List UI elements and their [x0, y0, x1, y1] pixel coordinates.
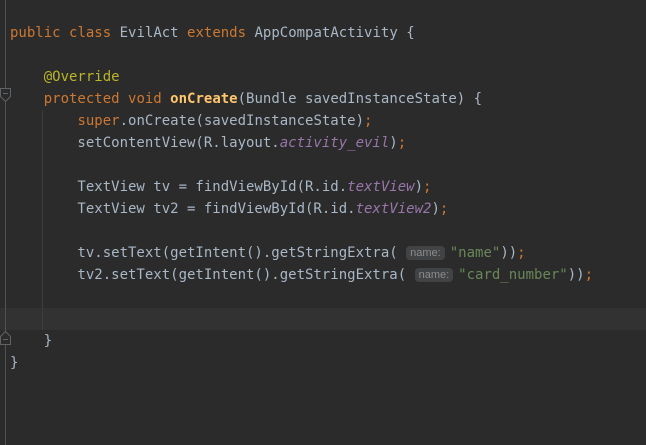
code-line[interactable]: public class EvilAct extends AppCompatAc… [0, 22, 646, 44]
code-token-kw: class [69, 25, 111, 41]
code-token-field: activity_evil [280, 135, 390, 151]
code-token-txt: (Bundle savedInstanceState) { [238, 91, 482, 107]
code-line[interactable] [0, 44, 646, 66]
code-token-txt [10, 69, 44, 85]
code-editor: public class EvilAct extends AppCompatAc… [0, 0, 646, 445]
code-line[interactable]: } [0, 330, 646, 352]
code-token-kw: public [10, 25, 61, 41]
fold-indicator-line [5, 0, 6, 445]
code-token-semi: ; [440, 201, 448, 217]
code-area: public class EvilAct extends AppCompatAc… [0, 22, 646, 374]
indent-guide [42, 110, 43, 330]
code-line[interactable]: @Override [0, 66, 646, 88]
code-line[interactable]: tv2.setText(getIntent().getStringExtra( … [0, 264, 646, 286]
code-token-txt: EvilAct [111, 25, 187, 41]
code-token-semi: ; [398, 135, 406, 151]
code-token-semi: ; [517, 245, 525, 261]
code-line[interactable] [0, 154, 646, 176]
code-token-mdecl: onCreate [170, 91, 237, 107]
code-token-txt: } [10, 333, 52, 349]
fold-collapse-start-icon[interactable] [0, 88, 12, 103]
code-token-txt: TextView tv = findViewById(R.id. [10, 179, 347, 195]
code-token-txt: } [10, 355, 18, 371]
code-token-kw: void [128, 91, 162, 107]
code-line[interactable] [0, 286, 646, 308]
code-token-txt [162, 91, 170, 107]
code-token-txt: tv.setText(getIntent().getStringExtra( [10, 245, 406, 261]
code-line-current[interactable] [0, 308, 646, 330]
code-token-semi: ; [364, 113, 372, 129]
parameter-name-hint: name: [415, 268, 454, 282]
code-token-str: "card_number" [458, 267, 568, 283]
code-token-txt [61, 25, 69, 41]
code-line[interactable]: setContentView(R.layout.activity_evil); [0, 132, 646, 154]
code-token-kw: super [77, 113, 119, 129]
code-token-field: textView [347, 179, 414, 195]
code-token-txt: setContentView(R.layout. [10, 135, 280, 151]
code-token-field: textView2 [356, 201, 432, 217]
code-token-str: "name" [450, 245, 501, 261]
code-token-txt [120, 91, 128, 107]
code-token-kw: extends [187, 25, 246, 41]
fold-collapse-end-icon[interactable] [0, 330, 12, 345]
code-token-semi: ; [423, 179, 431, 195]
code-token-ann: @Override [44, 69, 120, 85]
code-line[interactable]: TextView tv2 = findViewById(R.id.textVie… [0, 198, 646, 220]
code-token-txt: )) [568, 267, 585, 283]
code-line[interactable]: super.onCreate(savedInstanceState); [0, 110, 646, 132]
code-token-txt [10, 113, 77, 129]
code-token-txt: AppCompatActivity { [246, 25, 415, 41]
code-token-txt: TextView tv2 = findViewById(R.id. [10, 201, 356, 217]
code-token-txt [10, 91, 44, 107]
code-line[interactable] [0, 220, 646, 242]
code-token-txt: )) [500, 245, 517, 261]
code-token-semi: ; [585, 267, 593, 283]
code-line[interactable]: } [0, 352, 646, 374]
code-token-txt: .onCreate(savedInstanceState) [120, 113, 364, 129]
code-line[interactable]: protected void onCreate(Bundle savedInst… [0, 88, 646, 110]
code-line[interactable]: tv.setText(getIntent().getStringExtra( n… [0, 242, 646, 264]
parameter-name-hint: name: [406, 246, 445, 260]
code-token-kw: protected [44, 91, 120, 107]
code-token-txt: tv2.setText(getIntent().getStringExtra( [10, 267, 415, 283]
code-line[interactable]: TextView tv = findViewById(R.id.textView… [0, 176, 646, 198]
code-token-txt: ) [431, 201, 439, 217]
code-token-txt: ) [389, 135, 397, 151]
code-token-txt: ) [415, 179, 423, 195]
